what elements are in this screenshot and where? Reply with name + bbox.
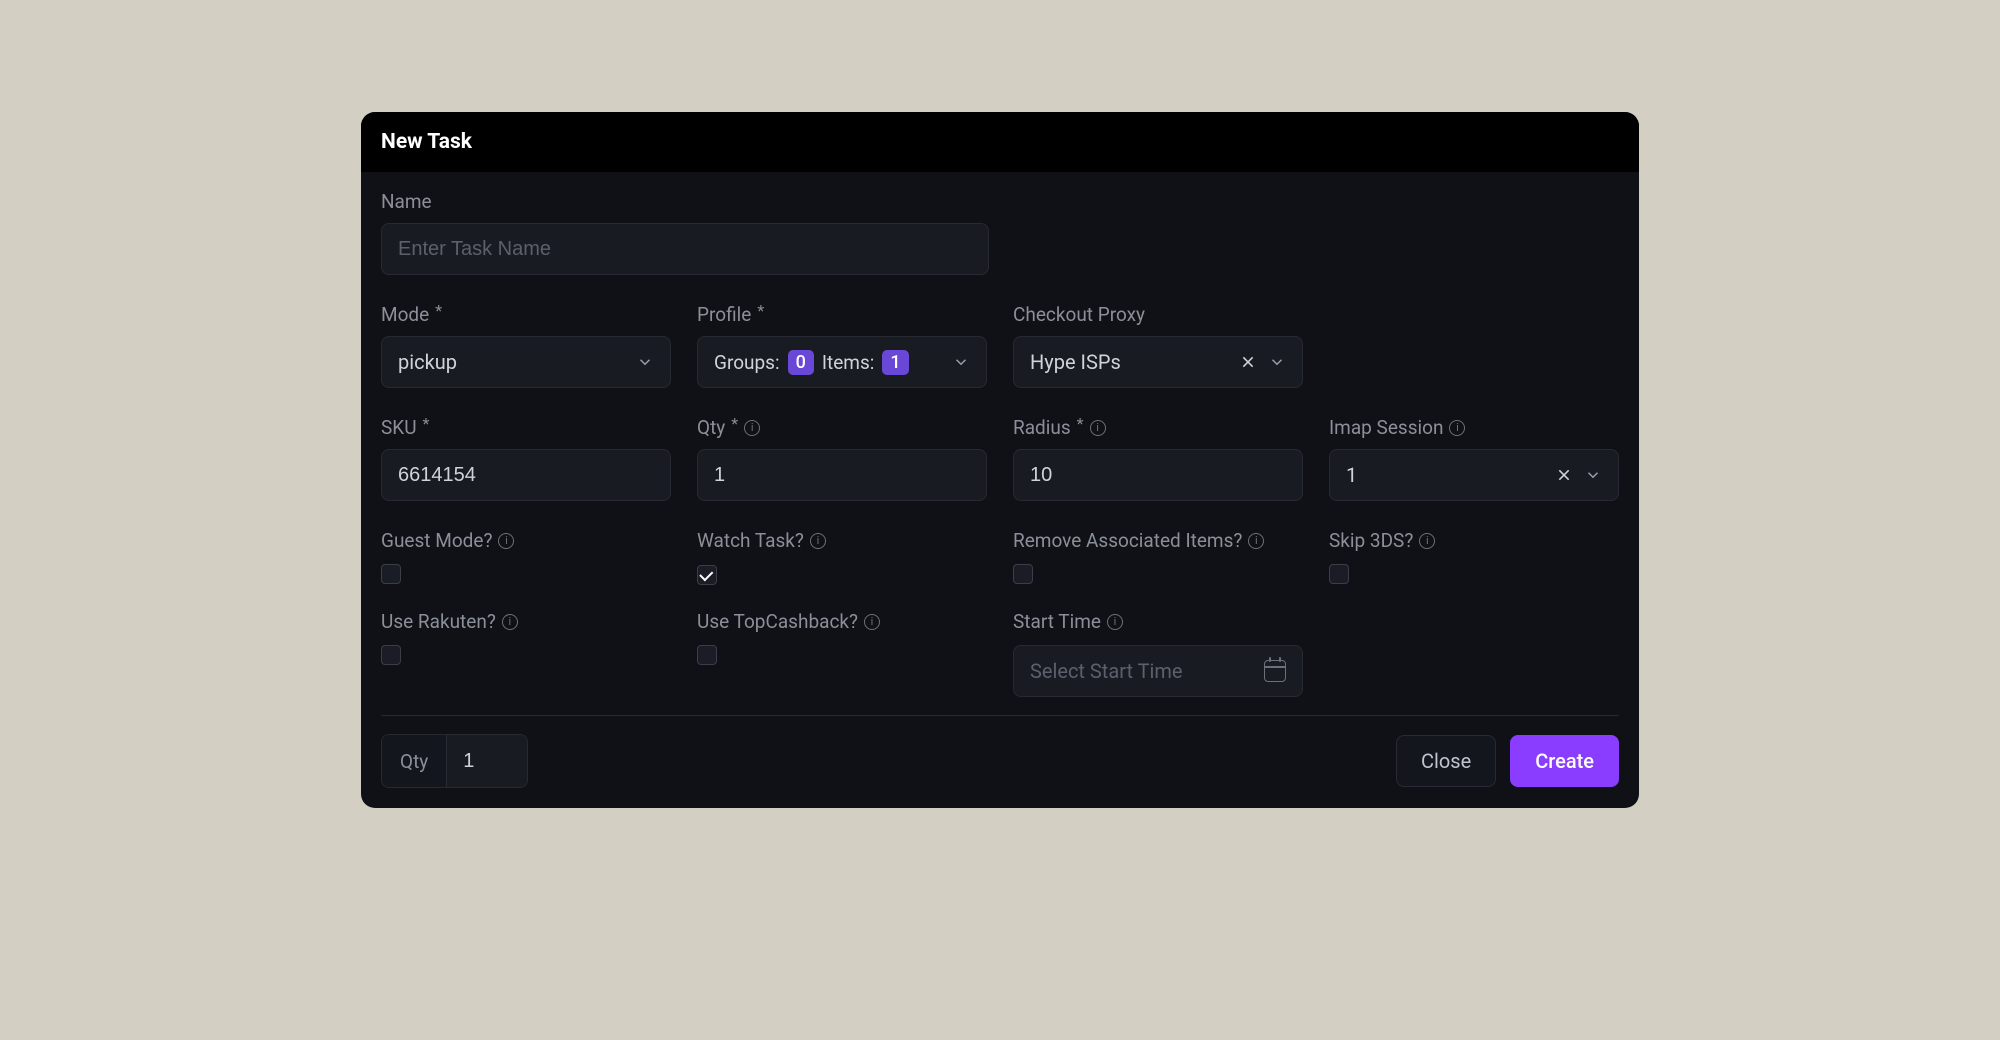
info-icon: i (864, 614, 880, 630)
clear-icon[interactable] (1240, 354, 1256, 370)
new-task-dialog: New Task Name Mode* pickup Profile* (361, 112, 1639, 808)
use-rakuten-label: Use Rakuten?i (381, 610, 671, 633)
chevron-down-icon (952, 353, 970, 371)
footer-qty-group: Qty (381, 734, 528, 788)
radius-input[interactable] (1030, 464, 1286, 487)
info-icon: i (810, 533, 826, 549)
footer-qty-input[interactable] (447, 735, 527, 787)
radius-input-wrapper[interactable] (1013, 449, 1303, 501)
footer-qty-label: Qty (382, 735, 447, 787)
guest-mode-checkbox[interactable] (381, 564, 401, 584)
info-icon: i (744, 420, 760, 436)
name-label: Name (381, 190, 1619, 213)
clear-icon[interactable] (1556, 467, 1572, 483)
dialog-title: New Task (361, 112, 1639, 172)
profile-items-label: Items: (822, 351, 875, 374)
watch-task-checkbox[interactable] (697, 565, 717, 585)
use-topcashback-checkbox[interactable] (697, 645, 717, 665)
info-icon: i (1449, 420, 1465, 436)
profile-groups-badge: 0 (788, 350, 814, 375)
imap-label: Imap Sessioni (1329, 416, 1619, 439)
radius-label: Radius*i (1013, 416, 1303, 439)
guest-mode-label: Guest Mode?i (381, 529, 671, 552)
mode-select[interactable]: pickup (381, 336, 671, 388)
start-time-label: Start Timei (1013, 610, 1303, 633)
checkout-proxy-value: Hype ISPs (1030, 350, 1121, 374)
qty-input[interactable] (714, 464, 970, 487)
profile-select[interactable]: Groups: 0 Items: 1 (697, 336, 987, 388)
qty-input-wrapper[interactable] (697, 449, 987, 501)
calendar-icon (1264, 660, 1286, 682)
profile-groups-label: Groups: (714, 351, 780, 374)
dialog-body: Name Mode* pickup Profile* Groups: (361, 172, 1639, 716)
start-time-select[interactable]: Select Start Time (1013, 645, 1303, 697)
mode-label: Mode* (381, 303, 671, 326)
chevron-down-icon (1584, 466, 1602, 484)
sku-input-wrapper[interactable] (381, 449, 671, 501)
profile-items-badge: 1 (882, 350, 908, 375)
info-icon: i (1248, 533, 1264, 549)
chevron-down-icon (636, 353, 654, 371)
checkout-proxy-select[interactable]: Hype ISPs (1013, 336, 1303, 388)
remove-assoc-label: Remove Associated Items?i (1013, 529, 1303, 552)
info-icon: i (498, 533, 514, 549)
create-button[interactable]: Create (1510, 735, 1619, 787)
start-time-placeholder: Select Start Time (1030, 659, 1183, 683)
name-input-wrapper[interactable] (381, 223, 989, 275)
checkout-proxy-label: Checkout Proxy (1013, 303, 1303, 326)
dialog-footer: Qty Close Create (361, 716, 1639, 808)
info-icon: i (502, 614, 518, 630)
sku-input[interactable] (398, 464, 654, 487)
qty-label: Qty*i (697, 416, 987, 439)
remove-assoc-checkbox[interactable] (1013, 564, 1033, 584)
chevron-down-icon (1268, 353, 1286, 371)
profile-label: Profile* (697, 303, 987, 326)
skip-3ds-label: Skip 3DS?i (1329, 529, 1619, 552)
watch-task-label: Watch Task?i (697, 529, 987, 552)
mode-value: pickup (398, 350, 457, 374)
info-icon: i (1419, 533, 1435, 549)
sku-label: SKU* (381, 416, 671, 439)
info-icon: i (1090, 420, 1106, 436)
use-topcashback-label: Use TopCashback?i (697, 610, 987, 633)
imap-value: 1 (1346, 463, 1357, 487)
skip-3ds-checkbox[interactable] (1329, 564, 1349, 584)
use-rakuten-checkbox[interactable] (381, 645, 401, 665)
imap-select[interactable]: 1 (1329, 449, 1619, 501)
name-input[interactable] (398, 238, 972, 261)
close-button[interactable]: Close (1396, 735, 1496, 787)
info-icon: i (1107, 614, 1123, 630)
